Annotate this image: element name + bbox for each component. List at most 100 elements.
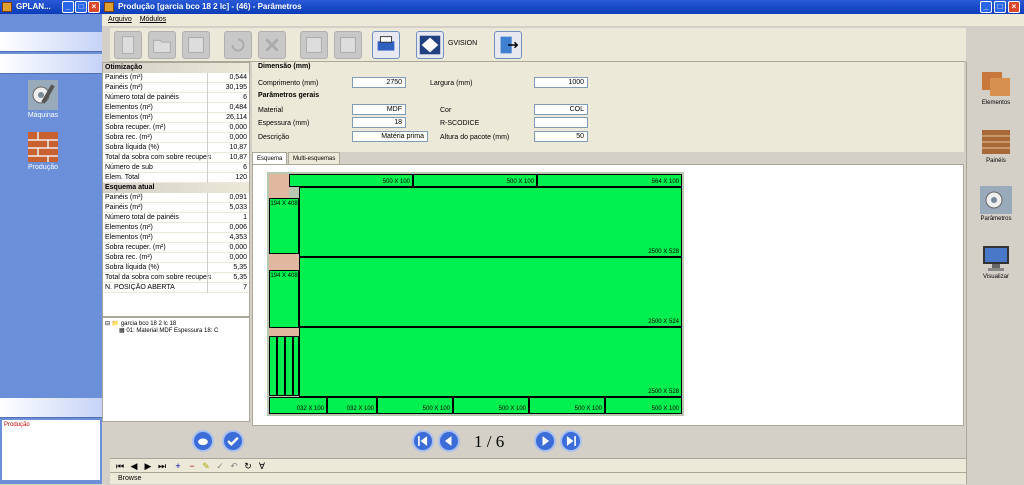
cut-piece[interactable]: 500 X 100 [377, 397, 453, 414]
prev-page-icon[interactable] [438, 430, 460, 452]
cut-piece[interactable]: 500 X 100 [413, 174, 537, 187]
cut-piece[interactable]: 032 X 100 [269, 397, 327, 414]
stat-row[interactable]: Número de sub 6 [103, 163, 249, 173]
cut-piece[interactable]: 2500 X 528 [299, 327, 682, 397]
stat-row[interactable]: Elem. Total 120 [103, 173, 249, 183]
stat-row[interactable]: Elementos (m²) 0,484 [103, 103, 249, 113]
nav-footer[interactable] [0, 398, 102, 418]
nav-machines-label[interactable]: Máquinas [10, 112, 76, 119]
cut-piece[interactable]: 500 X 100 [453, 397, 529, 414]
minimize-button[interactable]: _ [62, 1, 74, 13]
layout-icon[interactable] [334, 31, 362, 59]
nav-production-label[interactable]: Produção [10, 164, 76, 171]
stat-row[interactable]: Painéis (m²) 0,091 [103, 193, 249, 203]
bricks-icon[interactable] [28, 132, 58, 162]
stat-row[interactable]: Sobra rec. (m²) 0,000 [103, 253, 249, 263]
print-icon[interactable] [372, 31, 400, 59]
pack-height-field[interactable]: 50 [534, 131, 588, 142]
stat-row[interactable]: Total da sobra com sobre recuperáv 10,87 [103, 153, 249, 163]
stat-row[interactable]: Sobra líquida (%) 10,87 [103, 143, 249, 153]
description-field[interactable]: Matéria prima [352, 131, 428, 142]
first-page-icon[interactable] [412, 430, 434, 452]
checkmark-icon[interactable] [222, 430, 244, 452]
remove-record-icon[interactable]: − [186, 460, 198, 472]
last-record-icon[interactable]: ⏭ [156, 460, 168, 472]
length-field[interactable]: 2750 [352, 77, 406, 88]
last-page-icon[interactable] [560, 430, 582, 452]
delete-icon[interactable] [258, 31, 286, 59]
cut-piece[interactable]: 194 X 408 [269, 198, 299, 254]
edit-record-icon[interactable]: ✎ [200, 460, 212, 472]
color-field[interactable]: COL [534, 104, 588, 115]
cut-piece[interactable]: 2500 X 528 [299, 187, 682, 257]
save-icon[interactable] [182, 31, 210, 59]
nav-panels[interactable]: Painéis [971, 128, 1021, 164]
gvision-icon[interactable] [416, 31, 444, 59]
stat-row[interactable]: Elementos (m²) 4,353 [103, 233, 249, 243]
stat-row[interactable]: Elementos (m²) 26,114 [103, 113, 249, 123]
code-field[interactable] [534, 117, 588, 128]
stat-row[interactable]: Sobra recuper. (m²) 0,000 [103, 243, 249, 253]
thickness-field[interactable]: 18 [352, 117, 406, 128]
optimization-rows: Painéis (m²) 0,544 Painéis (m²) 30,195 Núm… [103, 73, 249, 183]
post-record-icon[interactable]: ✓ [214, 460, 226, 472]
maximize-button[interactable]: □ [75, 1, 87, 13]
next-page-icon[interactable] [534, 430, 556, 452]
gear-wrench-icon[interactable] [28, 80, 58, 110]
nav-header[interactable] [0, 54, 102, 74]
close-button[interactable]: × [1008, 1, 1020, 13]
stat-row[interactable]: Painéis (m²) 0,544 [103, 73, 249, 83]
prev-record-icon[interactable]: ◀ [128, 460, 140, 472]
cut-piece[interactable]: 194 X 408 [269, 270, 299, 328]
tree-root[interactable]: ⊟ 📁 garcia bco 18 2 lc 18 [105, 320, 247, 327]
stat-row[interactable]: Número total de painéis 1 [103, 213, 249, 223]
menu-modules[interactable]: Módulos [140, 16, 166, 23]
tree-item-production[interactable]: Produção [4, 422, 30, 428]
gvision-label[interactable]: GVISION [448, 40, 477, 47]
cut-piece[interactable]: 564 X 100 [537, 174, 682, 187]
add-record-icon[interactable]: + [172, 460, 184, 472]
stat-row[interactable]: Sobra recuper. (m²) 0,000 [103, 123, 249, 133]
refresh-icon[interactable]: ↻ [242, 460, 254, 472]
stat-row[interactable]: Sobra líquida (%) 5,35 [103, 263, 249, 273]
maximize-button[interactable]: □ [994, 1, 1006, 13]
stat-row[interactable]: Elementos (m²) 0,006 [103, 223, 249, 233]
cut-piece[interactable]: 2500 X 524 [299, 257, 682, 327]
nav-elements[interactable]: Elementos [971, 70, 1021, 106]
menu-file[interactable]: Arquivo [108, 16, 132, 23]
width-field[interactable]: 1000 [534, 77, 588, 88]
tree-child[interactable]: ▦ 01: Material MDF Espessura 18: C [105, 327, 247, 334]
open-folder-icon[interactable] [148, 31, 176, 59]
stat-row[interactable]: Total da sobra com sobre recuperáv 5,35 [103, 273, 249, 283]
cancel-record-icon[interactable]: ↶ [228, 460, 240, 472]
scheme-tree: ⊟ 📁 garcia bco 18 2 lc 18 ▦ 01: Material… [102, 317, 250, 422]
stat-row[interactable]: Sobra rec. (m²) 0,000 [103, 133, 249, 143]
nav-view[interactable]: Visualizar [971, 244, 1021, 280]
cut-piece[interactable] [285, 336, 293, 396]
cut-piece[interactable] [269, 336, 277, 396]
scheme-pager: 1 / 6 [192, 428, 964, 458]
stat-row[interactable]: Painéis (m²) 30,195 [103, 83, 249, 93]
material-field[interactable]: MDF [352, 104, 406, 115]
list-icon[interactable] [300, 31, 328, 59]
stat-row[interactable]: N. POSIÇÃO ABERTA 7 [103, 283, 249, 293]
nav-parameters[interactable]: Parâmetros [971, 186, 1021, 222]
cut-piece[interactable]: 032 X 100 [327, 397, 377, 414]
cut-piece[interactable] [277, 336, 285, 396]
nav-header[interactable] [0, 32, 102, 52]
next-record-icon[interactable]: ▶ [142, 460, 154, 472]
filter-icon[interactable]: ∀ [256, 460, 268, 472]
close-button[interactable]: × [88, 1, 100, 13]
undo-icon[interactable] [224, 31, 252, 59]
minimize-button[interactable]: _ [980, 1, 992, 13]
cut-piece[interactable]: 500 X 100 [289, 174, 413, 187]
stat-row[interactable]: Painéis (m²) 5,033 [103, 203, 249, 213]
cut-piece[interactable]: 500 X 100 [605, 397, 682, 414]
first-record-icon[interactable]: ⏮ [114, 460, 126, 472]
cut-piece[interactable]: 500 X 100 [529, 397, 605, 414]
new-file-icon[interactable] [114, 31, 142, 59]
cut-piece[interactable] [293, 336, 299, 396]
stat-row[interactable]: Número total de painéis 6 [103, 93, 249, 103]
cloud-icon[interactable] [192, 430, 214, 452]
exit-icon[interactable] [494, 31, 522, 59]
